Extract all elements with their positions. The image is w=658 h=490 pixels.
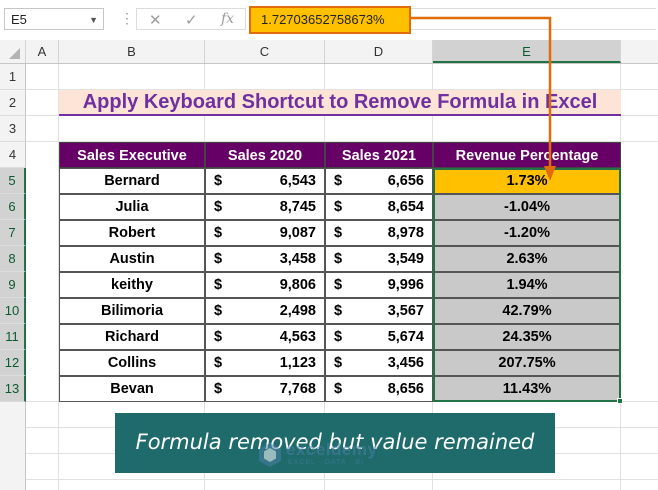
callout-arrow-line: [411, 16, 552, 170]
watermark-logo: exceldemy EXCEL · DATA · BI: [258, 440, 408, 470]
watermark-subtitle: EXCEL · DATA · BI: [288, 459, 364, 466]
watermark-title: exceldemy: [286, 440, 378, 459]
arrow-head-icon: [544, 166, 556, 181]
logo-icon: [259, 443, 281, 467]
